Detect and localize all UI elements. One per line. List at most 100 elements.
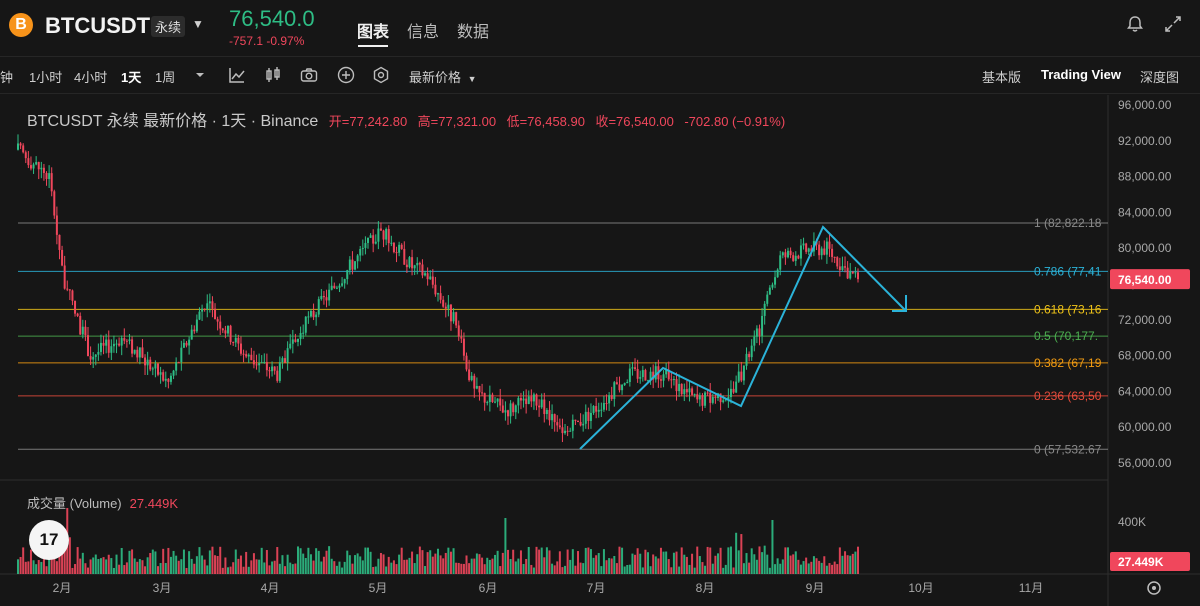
volume-bar — [634, 554, 637, 574]
volume-bar — [683, 554, 686, 574]
candle-body — [291, 339, 294, 344]
volume-bar — [792, 554, 795, 574]
candle-body — [242, 353, 245, 355]
volume-bar — [761, 552, 764, 574]
candle-body — [556, 422, 559, 426]
candle-body — [32, 164, 35, 169]
candle-body — [779, 255, 782, 270]
view-basic[interactable]: 基本版 — [982, 67, 1021, 86]
candle-body — [405, 264, 408, 268]
volume-bar — [501, 552, 504, 574]
volume-bar — [94, 554, 97, 574]
candle-body — [418, 262, 421, 265]
candle-body — [284, 358, 287, 363]
timeframe-1w[interactable]: 1周 — [155, 67, 175, 86]
candle-body — [151, 368, 154, 370]
price-tick-label: 56,000.00 — [1118, 456, 1172, 470]
candle-body — [610, 395, 613, 400]
volume-bar — [411, 551, 414, 574]
volume-bar — [527, 546, 530, 574]
candle-body — [831, 248, 834, 257]
volume-bar — [615, 563, 618, 574]
tab-chart[interactable]: 图表 — [357, 18, 389, 42]
timeframe-4h[interactable]: 4小时 — [74, 67, 107, 86]
candle-type-icon[interactable] — [263, 65, 283, 85]
view-tradingview[interactable]: Trading View — [1041, 67, 1121, 82]
candle-body — [486, 402, 489, 404]
candle-body — [58, 234, 61, 250]
settings-hex-icon[interactable] — [371, 65, 391, 85]
volume-bar — [665, 551, 668, 574]
candle-body — [628, 368, 631, 382]
timeframe-1d[interactable]: 1天 — [121, 67, 141, 86]
candle-body — [836, 257, 839, 267]
candle-body — [857, 272, 859, 280]
volume-bar — [291, 564, 294, 574]
volume-bar — [652, 554, 655, 574]
candle-body — [208, 301, 211, 304]
timeframe-1h[interactable]: 1小时 — [29, 67, 62, 86]
volume-bar — [742, 563, 745, 574]
plus-circle-icon[interactable] — [336, 65, 356, 85]
month-tick-label: 2月 — [53, 581, 72, 595]
chart-area[interactable]: 1 (82,822.18 0.786 (77,41 0.618 (73,16 0.5 … — [0, 95, 1200, 606]
volume-bar — [354, 555, 357, 574]
candle-body — [309, 310, 312, 317]
volume-bar — [812, 556, 815, 574]
candle-body — [216, 319, 219, 322]
candle-body — [722, 400, 725, 403]
candle-body — [636, 369, 639, 379]
view-depth[interactable]: 深度图 — [1140, 67, 1179, 86]
volume-bar — [107, 554, 110, 574]
price-type-dropdown[interactable]: 最新价格 ▼ — [409, 67, 477, 86]
candle-body — [299, 333, 302, 339]
candle-body — [221, 328, 224, 331]
candle-body — [742, 365, 745, 381]
price-tick-label: 60,000.00 — [1118, 420, 1172, 434]
candle-body — [424, 273, 427, 276]
candle-body — [138, 347, 141, 358]
volume-bar — [753, 554, 756, 574]
volume-bar — [763, 545, 766, 574]
volume-bar — [494, 554, 497, 574]
volume-bar — [776, 558, 779, 574]
volume-bar — [587, 547, 590, 574]
volume-bar — [149, 552, 152, 574]
volume-bar — [273, 560, 276, 574]
price-tick-label: 64,000.00 — [1118, 384, 1172, 398]
candle-body — [408, 257, 411, 268]
candle-body — [125, 340, 128, 342]
candle-body — [431, 276, 434, 285]
tradingview-logo[interactable]: 17 — [29, 520, 69, 560]
volume-bar — [40, 561, 43, 574]
candle-body — [53, 191, 56, 216]
tab-info[interactable]: 信息 — [407, 18, 439, 42]
candlestick-chart[interactable]: 1 (82,822.18 0.786 (77,41 0.618 (73,16 0.5 … — [0, 95, 1200, 606]
symbol-name[interactable]: BTCUSDT — [45, 13, 150, 39]
volume-bar — [307, 547, 310, 574]
legend-open: 开=77,242.80 — [328, 114, 408, 129]
candle-body — [675, 379, 678, 392]
candle-body — [175, 362, 178, 371]
volume-bar — [341, 567, 344, 574]
volume-bar — [320, 561, 323, 574]
volume-bar — [195, 556, 198, 574]
chevron-down-icon[interactable] — [190, 65, 210, 85]
candle-body — [854, 272, 857, 274]
volume-bar — [356, 553, 359, 574]
volume-bar — [486, 557, 489, 574]
candle-body — [553, 414, 556, 423]
fullscreen-icon[interactable] — [1163, 14, 1183, 34]
bell-icon[interactable] — [1125, 14, 1145, 34]
candle-body — [102, 342, 105, 346]
volume-bar — [569, 559, 572, 574]
candle-body — [799, 245, 802, 259]
candle-body — [188, 339, 191, 346]
symbol-dropdown-icon[interactable]: ▼ — [192, 17, 204, 31]
camera-icon[interactable] — [299, 65, 319, 85]
tab-data[interactable]: 数据 — [457, 18, 489, 42]
timeframe-minutes[interactable]: 钟 — [0, 67, 13, 86]
candle-body — [325, 297, 328, 301]
candle-body — [579, 421, 582, 426]
indicator-icon[interactable] — [227, 65, 247, 85]
